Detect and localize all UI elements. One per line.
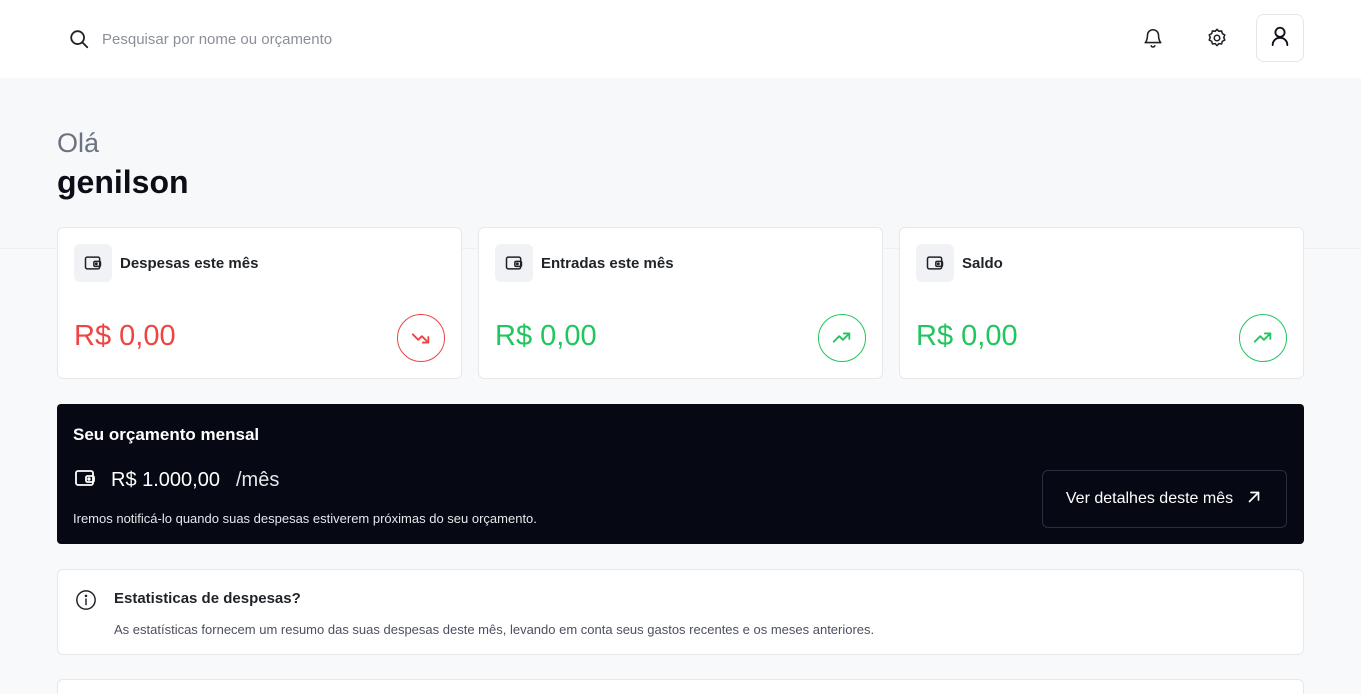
next-card <box>57 679 1304 694</box>
greeting-text: Olá <box>57 128 100 158</box>
arrow-up-right-icon <box>1245 488 1263 511</box>
budget-amount-row: R$ 1.000,00 /mês <box>73 466 279 495</box>
gear-icon[interactable] <box>1205 26 1229 50</box>
card-value: R$ 0,00 <box>495 320 597 352</box>
view-month-details-button[interactable]: Ver detalhes deste mês <box>1042 470 1287 528</box>
budget-unit: /mês <box>235 469 280 491</box>
card-expenses: Despesas este mês R$ 0,00 <box>57 227 462 379</box>
stats-title: Estatisticas de despesas? <box>114 590 301 607</box>
card-title: Despesas este mês <box>120 255 259 272</box>
user-icon <box>1269 25 1291 52</box>
card-value: R$ 0,00 <box>74 320 176 352</box>
wallet-icon <box>916 244 954 282</box>
card-title: Saldo <box>962 255 1003 272</box>
card-balance: Saldo R$ 0,00 <box>899 227 1304 379</box>
budget-note: Iremos notificá-lo quando suas despesas … <box>73 511 537 526</box>
stats-info-card: Estatisticas de despesas? As estatística… <box>57 569 1304 655</box>
wallet-icon <box>495 244 533 282</box>
wallet-icon <box>73 466 97 495</box>
card-income: Entradas este mês R$ 0,00 <box>478 227 883 379</box>
card-title: Entradas este mês <box>541 255 674 272</box>
trend-down-icon <box>397 314 445 362</box>
card-value: R$ 0,00 <box>916 320 1018 352</box>
trend-up-icon <box>818 314 866 362</box>
bell-icon[interactable] <box>1141 26 1165 50</box>
search-bar[interactable] <box>68 27 502 51</box>
stats-description: As estatísticas fornecem um resumo das s… <box>114 622 875 637</box>
hero-band <box>0 78 1361 249</box>
top-bar <box>0 0 1361 78</box>
info-icon <box>75 589 97 616</box>
user-avatar-button[interactable] <box>1256 14 1304 62</box>
user-name: genilson <box>57 164 189 200</box>
wallet-icon <box>74 244 112 282</box>
search-icon <box>68 28 90 50</box>
button-label: Ver detalhes deste mês <box>1065 490 1234 507</box>
trend-up-icon <box>1239 314 1287 362</box>
budget-title: Seu orçamento mensal <box>73 425 260 444</box>
budget-amount: R$ 1.000,00 <box>111 469 220 491</box>
search-input[interactable] <box>102 30 502 48</box>
monthly-budget-panel: Seu orçamento mensal R$ 1.000,00 /mês Ir… <box>57 404 1304 544</box>
